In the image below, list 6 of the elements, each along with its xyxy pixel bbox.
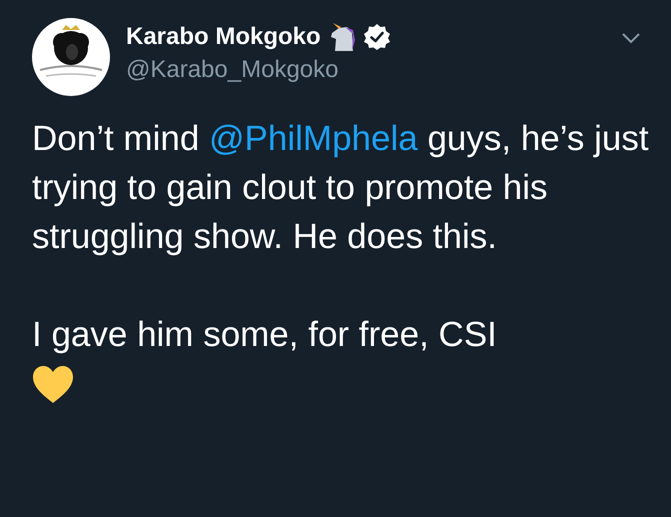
author-handle: @Karabo_Mokgoko [126,56,340,84]
mention-link[interactable]: @PhilMphela [209,119,418,158]
author-name[interactable]: Karabo Mokgoko [126,23,321,51]
heart-icon [32,365,74,405]
tweet-text: I gave him some, for free, CSI [32,314,498,356]
tweet-text: Don’t mind @PhilMphela guys, he’s just trying to gain clout to promote his struggling show. He does this. [32,118,650,258]
